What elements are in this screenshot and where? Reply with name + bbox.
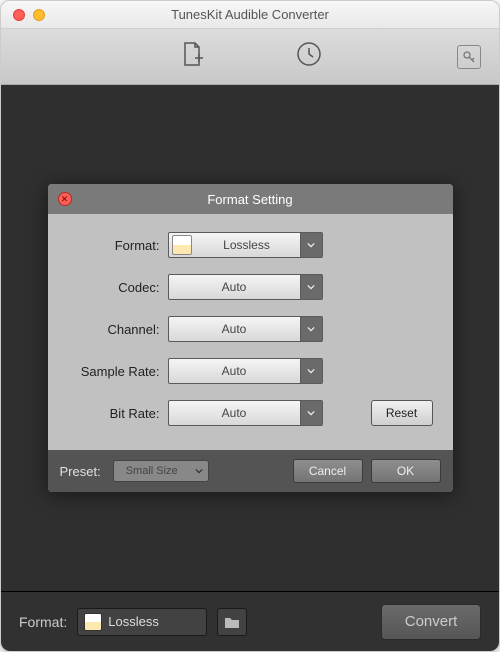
chevron-down-icon (300, 275, 322, 299)
dialog-title: Format Setting (48, 192, 453, 207)
cancel-button[interactable]: Cancel (293, 459, 363, 483)
output-folder-button[interactable] (217, 608, 247, 636)
ok-button[interactable]: OK (371, 459, 441, 483)
format-icon (172, 235, 192, 255)
bitrate-dropdown[interactable]: Auto (168, 400, 323, 426)
preset-label: Preset: (60, 464, 101, 479)
bottom-format-label: Format: (19, 614, 67, 630)
chevron-down-icon (300, 233, 322, 257)
format-setting-dialog: ✕ Format Setting Format: Lossless Codec:… (48, 184, 453, 492)
samplerate-label: Sample Rate: (68, 364, 168, 379)
codec-label: Codec: (68, 280, 168, 295)
channel-dropdown[interactable]: Auto (168, 316, 323, 342)
chevron-down-icon (190, 467, 208, 475)
format-icon (84, 613, 102, 631)
bottom-format-dropdown[interactable]: Lossless (77, 608, 207, 636)
preset-dropdown[interactable]: Small Size (113, 460, 209, 482)
reset-button[interactable]: Reset (371, 400, 433, 426)
channel-label: Channel: (68, 322, 168, 337)
chevron-down-icon (300, 401, 322, 425)
dialog-titlebar: ✕ Format Setting (48, 184, 453, 214)
codec-dropdown[interactable]: Auto (168, 274, 323, 300)
dialog-footer: Preset: Small Size Cancel OK (48, 450, 453, 492)
chevron-down-icon (300, 359, 322, 383)
toolbar (1, 29, 499, 85)
app-window: TunesKit Audible Converter ✕ Format Sett… (0, 0, 500, 652)
titlebar: TunesKit Audible Converter (1, 1, 499, 29)
history-button[interactable] (295, 40, 323, 73)
add-file-button[interactable] (177, 40, 205, 73)
register-button[interactable] (457, 45, 481, 69)
bottom-bar: Format: Lossless Convert (1, 591, 499, 651)
format-dropdown[interactable]: Lossless (168, 232, 323, 258)
window-title: TunesKit Audible Converter (1, 7, 499, 22)
samplerate-dropdown[interactable]: Auto (168, 358, 323, 384)
bitrate-label: Bit Rate: (68, 406, 168, 421)
chevron-down-icon (300, 317, 322, 341)
main-area: ✕ Format Setting Format: Lossless Codec:… (1, 85, 499, 591)
convert-button[interactable]: Convert (381, 604, 481, 640)
format-label: Format: (68, 238, 168, 253)
